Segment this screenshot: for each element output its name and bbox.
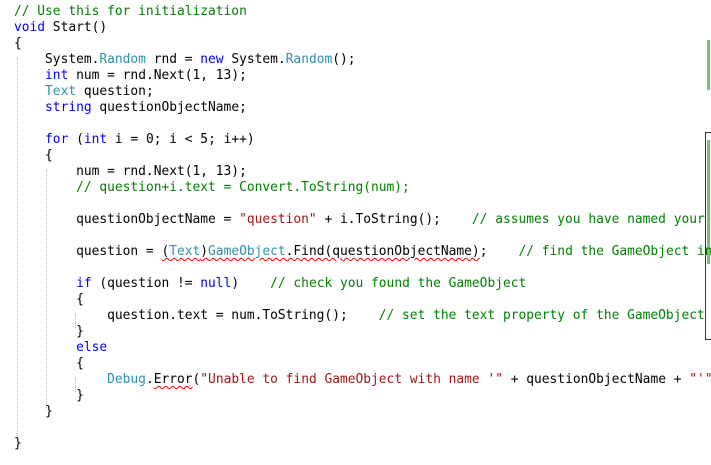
code-line-18: if (question != null) // check you found… [14, 276, 526, 292]
brace-token: { [14, 148, 53, 163]
code-line-28: } [14, 436, 22, 452]
code-token: ( [68, 132, 84, 147]
code-line-5: int num = rnd.Next(1, 13); [14, 68, 247, 84]
comment-token: // Use this for initialization [14, 4, 247, 19]
keyword-token: else [76, 340, 108, 355]
brace-token: { [14, 36, 22, 51]
keyword-token: int [83, 132, 108, 147]
code-line-26: } [14, 404, 53, 420]
error-squiggle[interactable]: Error [154, 372, 193, 387]
collapse-bracket [705, 132, 711, 340]
type-token: Debug [107, 372, 146, 387]
code-token: (question != [91, 276, 201, 291]
code-token: questionObjectName; [91, 100, 247, 115]
brace-token: } [14, 388, 84, 403]
type-token: Text [45, 84, 77, 99]
code-editor[interactable]: // Use this for initialization void Star… [0, 0, 711, 465]
code-line-11: num = rnd.Next(1, 13); [14, 164, 247, 180]
code-line-7: string questionObjectName; [14, 100, 247, 116]
keyword-token: new [200, 52, 224, 67]
code-line-25: } [14, 388, 84, 404]
code-token: ) [231, 276, 271, 291]
code-token: ) [200, 244, 209, 259]
code-token: ; [479, 244, 519, 259]
brace-token: } [14, 436, 22, 451]
code-token: i = 0; i < 5; i++) [107, 132, 255, 147]
code-token: .Find(questionObjectName) [285, 244, 480, 259]
code-line-12: // question+i.text = Convert.ToString(nu… [14, 180, 410, 196]
string-token: "'" [689, 372, 711, 387]
code-line-14: questionObjectName = "question" + i.ToSt… [14, 212, 711, 228]
type-token: GameObject [208, 244, 286, 259]
code-line-19: { [14, 292, 84, 308]
code-line-2: void Start() [14, 20, 107, 36]
code-line-9: for (int i = 0; i < 5; i++) [14, 132, 255, 148]
keyword-token: int [45, 68, 69, 83]
code-line-20: question.text = num.ToString(); // set t… [14, 308, 705, 324]
namespace-token: System. [45, 52, 100, 67]
code-line-1: // Use this for initialization [14, 4, 247, 20]
code-token: + i.ToString(); [316, 212, 472, 227]
code-line-3: { [14, 36, 22, 52]
code-token: num = rnd.Next(1, 13); [14, 164, 247, 179]
code-token: question = [14, 244, 162, 259]
type-token: Text [169, 244, 201, 259]
keyword-token: for [45, 132, 69, 147]
comment-token: // set the text property of the GameObje… [378, 308, 705, 323]
error-squiggle[interactable]: (Text)GameObject.Find(questionObjectName… [161, 244, 479, 259]
comment-token: // question+i.text = Convert.ToString(nu… [76, 180, 410, 195]
code-line-6: Text question; [14, 84, 154, 100]
code-token: questionObjectName = [14, 212, 240, 227]
comment-token: // assumes you have named your textboxes [471, 212, 705, 227]
code-token: . [145, 372, 154, 387]
code-token: question.text = num.ToString(); [14, 308, 379, 323]
code-line-23: { [14, 356, 84, 372]
change-marker [707, 40, 710, 90]
code-line-22: else [14, 340, 107, 356]
brace-token: { [14, 356, 84, 371]
code-token: rnd = [145, 52, 201, 67]
code-token: + questionObjectName + [502, 372, 690, 387]
keyword-token: void [14, 20, 46, 35]
code-token: question; [76, 84, 154, 99]
code-line-21: } [14, 324, 84, 340]
namespace-token: System. [223, 52, 286, 67]
string-token: "Unable to find GameObject with name '" [200, 372, 503, 387]
comment-token: // find the GameObject in the scen [518, 244, 711, 259]
type-token: Random [99, 52, 146, 67]
brace-token: { [14, 292, 84, 307]
keyword-token: null [200, 276, 232, 291]
code-line-24: Debug.Error("Unable to find GameObject w… [14, 372, 711, 388]
brace-token: } [14, 404, 53, 419]
code-token: (); [332, 52, 356, 67]
string-token: "question" [239, 212, 317, 227]
keyword-token: if [76, 276, 92, 291]
code-token: num = rnd.Next(1, 13); [68, 68, 247, 83]
brace-token: } [14, 324, 84, 339]
code-line-16: question = (Text)GameObject.Find(questio… [14, 244, 711, 260]
code-line-4: System.Random rnd = new System.Random(); [14, 52, 356, 68]
comment-token: // check you found the GameObject [270, 276, 527, 291]
method-name-token: Start() [45, 20, 108, 35]
keyword-token: string [45, 100, 92, 115]
type-token: Random [285, 52, 333, 67]
code-line-10: { [14, 148, 53, 164]
